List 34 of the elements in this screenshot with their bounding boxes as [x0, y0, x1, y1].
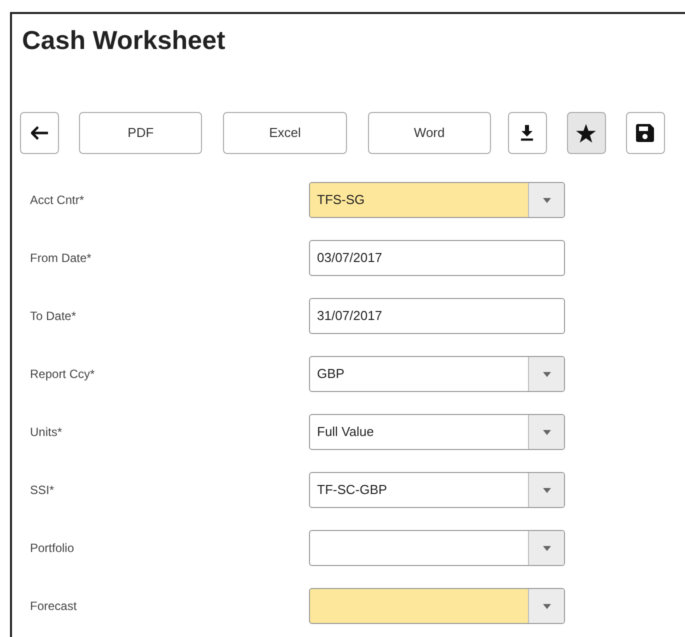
back-button[interactable] — [20, 112, 59, 154]
field-label: Units* — [29, 424, 64, 441]
dropdown-field[interactable]: GBP — [309, 356, 565, 392]
save-button[interactable] — [626, 112, 665, 154]
export-button[interactable]: PDF — [79, 112, 202, 154]
save-icon — [636, 124, 654, 142]
caret-icon — [542, 430, 550, 434]
dropdown-field[interactable] — [309, 588, 565, 624]
export-button[interactable]: Word — [368, 112, 491, 154]
field-label: SSI* — [29, 482, 56, 499]
back-arrow-icon — [30, 126, 48, 140]
input-field[interactable]: 31/07/2017 — [309, 298, 565, 334]
download-button[interactable] — [508, 112, 547, 154]
field-label: Portfolio — [29, 540, 76, 557]
dropdown-field[interactable] — [309, 530, 565, 566]
caret-icon — [542, 198, 550, 202]
star-icon — [576, 124, 596, 142]
dropdown-field[interactable]: TF-SC-GBP — [309, 472, 565, 508]
caret-icon — [542, 488, 550, 492]
page-title: Cash Worksheet — [22, 24, 226, 56]
field-label: To Date* — [29, 308, 78, 325]
caret-icon — [542, 372, 550, 376]
field-label: From Date* — [29, 250, 92, 267]
export-button[interactable]: Excel — [223, 112, 347, 154]
input-field[interactable]: 03/07/2017 — [309, 240, 565, 276]
field-label: Report Ccy* — [29, 366, 96, 383]
field-label: Acct Cntr* — [29, 192, 86, 209]
dropdown-field[interactable]: TFS-SG — [309, 182, 565, 218]
dropdown-field[interactable]: Full Value — [309, 414, 565, 450]
star-button[interactable] — [566, 112, 606, 154]
caret-icon — [542, 546, 550, 550]
download-icon — [521, 125, 534, 141]
caret-icon — [542, 604, 550, 608]
field-label: Forecast — [29, 598, 78, 615]
